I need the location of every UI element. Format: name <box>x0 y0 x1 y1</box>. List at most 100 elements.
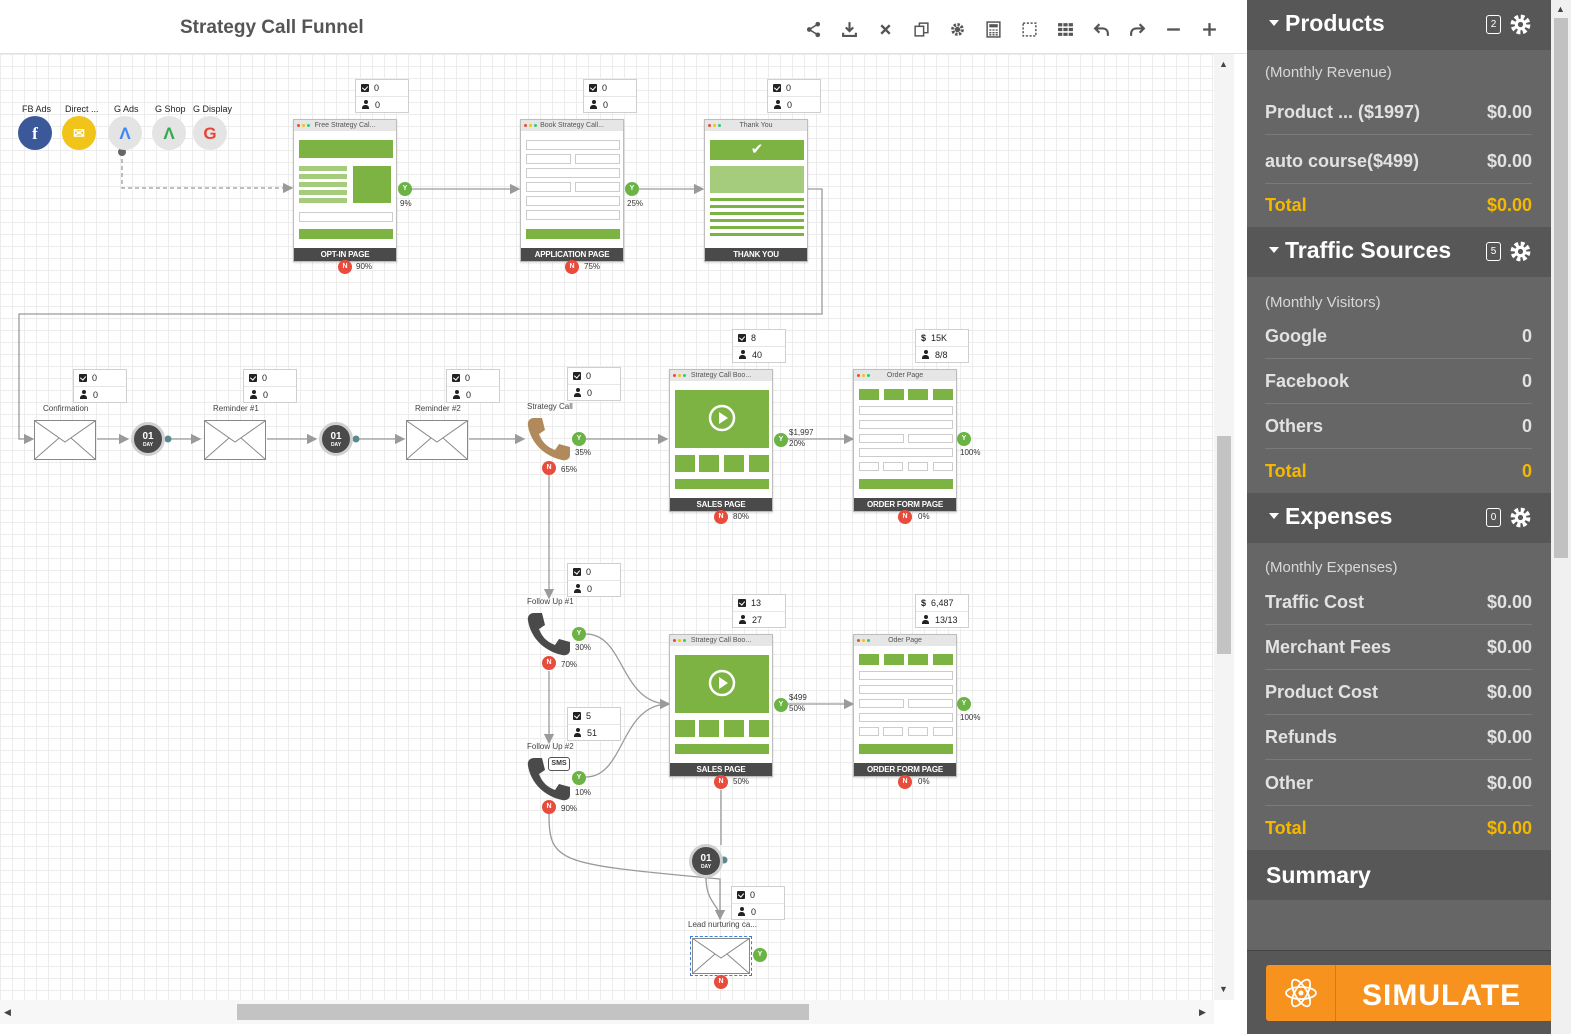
page-header: Strategy Call Boo... <box>670 370 772 381</box>
product-row[interactable]: Product ... ($1997) $0.00 <box>1265 90 1532 135</box>
share-icon[interactable] <box>795 18 831 40</box>
optin-page-node[interactable]: Free Strategy Cal... OPT-IN PAGE <box>293 119 397 262</box>
expense-row[interactable]: Refunds $0.00 <box>1265 715 1532 760</box>
gear-icon[interactable] <box>1508 12 1533 37</box>
thankyou-page-node[interactable]: Thank You ✔ THANK YOU <box>704 119 808 262</box>
redo-icon[interactable] <box>1119 18 1155 40</box>
funnel-title: Strategy Call Funnel <box>180 17 364 38</box>
application-stats: 00 <box>583 79 637 113</box>
traffic-name: Others <box>1265 416 1324 436</box>
gear-icon[interactable] <box>1508 239 1533 264</box>
simulate-button[interactable]: SIMULATE <box>1266 965 1553 1021</box>
yes-marker[interactable]: Y <box>572 627 586 641</box>
yes-marker[interactable]: Y <box>957 697 971 711</box>
scroll-thumb[interactable] <box>237 1004 809 1020</box>
products-header[interactable]: Products 2 <box>1247 0 1551 50</box>
caret-down-icon[interactable] <box>1269 247 1279 253</box>
no-marker[interactable]: N <box>542 461 556 475</box>
confirmation-email-node[interactable] <box>34 420 96 460</box>
select-icon[interactable] <box>1011 18 1047 40</box>
scroll-thumb[interactable] <box>1554 18 1568 558</box>
no-rate: 0% <box>918 512 930 521</box>
no-marker[interactable]: N <box>338 260 352 274</box>
summary-header[interactable]: Summary <box>1247 850 1551 900</box>
expense-row[interactable]: Merchant Fees $0.00 <box>1265 625 1532 670</box>
phone-icon[interactable] <box>526 416 572 462</box>
traffic-row[interactable]: Google 0 <box>1265 314 1532 359</box>
scroll-down-icon[interactable]: ▼ <box>1219 984 1228 994</box>
no-marker[interactable]: N <box>898 510 912 524</box>
total-label: Total <box>1265 461 1307 481</box>
sales-page-node[interactable]: Strategy Call Boo... SALES PAGE <box>669 634 773 777</box>
yes-marker[interactable]: Y <box>753 948 767 962</box>
no-marker[interactable]: N <box>714 510 728 524</box>
no-marker[interactable]: N <box>898 775 912 789</box>
no-marker[interactable]: N <box>714 975 728 989</box>
facebook-icon[interactable]: f <box>18 116 52 150</box>
copy-icon[interactable] <box>903 18 939 40</box>
expense-row[interactable]: Product Cost $0.00 <box>1265 670 1532 715</box>
no-marker[interactable]: N <box>714 775 728 789</box>
reminder2-email-node[interactable] <box>406 420 468 460</box>
scroll-right-icon[interactable]: ▶ <box>1199 1007 1206 1017</box>
yes-marker[interactable]: Y <box>957 432 971 446</box>
yes-marker[interactable]: Y <box>572 771 586 785</box>
order-form-page-node[interactable]: Order Page ORDER FORM PAGE <box>853 369 957 512</box>
vertical-scrollbar[interactable]: ▲ ▼ <box>1214 54 1234 1000</box>
google-display-icon[interactable]: G <box>193 116 227 150</box>
scroll-left-icon[interactable]: ◀ <box>4 1007 11 1017</box>
email-label: Reminder #2 <box>415 404 461 413</box>
traffic-row[interactable]: Facebook 0 <box>1265 359 1532 404</box>
total-label: Total <box>1265 818 1307 838</box>
page-header-title: Strategy Call Boo... <box>690 637 752 644</box>
checkbox-icon <box>573 568 581 576</box>
zoom-in-icon[interactable] <box>1191 18 1227 40</box>
sales-page-node[interactable]: Strategy Call Boo... SALES PAGE <box>669 369 773 512</box>
no-marker[interactable]: N <box>565 260 579 274</box>
google-ads-icon[interactable]: Λ <box>108 116 142 150</box>
no-marker[interactable]: N <box>542 656 556 670</box>
caret-down-icon[interactable] <box>1269 20 1279 26</box>
traffic-row[interactable]: Others 0 <box>1265 404 1532 449</box>
gear-icon[interactable] <box>1508 505 1533 530</box>
zoom-out-icon[interactable] <box>1155 18 1191 40</box>
traffic-sources-header[interactable]: Traffic Sources 5 <box>1247 227 1551 277</box>
product-row[interactable]: auto course($499) $0.00 <box>1265 139 1532 184</box>
undo-icon[interactable] <box>1083 18 1119 40</box>
funnel-canvas[interactable]: FB Ads Direct ... G Ads G Shop G Display… <box>0 54 1214 1000</box>
delay-timer-node[interactable]: 01 DAY <box>131 422 165 456</box>
expense-row[interactable]: Traffic Cost $0.00 <box>1265 580 1532 625</box>
yes-marker[interactable]: Y <box>625 182 639 196</box>
delay-timer-node[interactable]: 01 DAY <box>319 422 353 456</box>
scroll-up-icon[interactable]: ▲ <box>1219 59 1228 69</box>
no-rate: 90% <box>561 804 578 813</box>
horizontal-scrollbar[interactable]: ◀ ▶ <box>0 1000 1214 1024</box>
google-shopping-icon[interactable]: Λ <box>152 116 186 150</box>
gear-icon[interactable] <box>939 18 975 40</box>
scroll-thumb[interactable] <box>1217 436 1231 654</box>
close-icon[interactable] <box>867 18 903 40</box>
grid-icon[interactable] <box>1047 18 1083 40</box>
section-subtitle: (Monthly Revenue) <box>1265 64 1392 81</box>
yes-marker[interactable]: Y <box>774 433 788 447</box>
sidebar-scrollbar[interactable]: ▲ <box>1551 0 1571 1034</box>
caret-down-icon[interactable] <box>1269 513 1279 519</box>
phone-icon[interactable] <box>526 611 572 657</box>
direct-mail-icon[interactable]: ✉ <box>62 116 96 150</box>
expenses-header[interactable]: Expenses 0 <box>1247 493 1551 543</box>
delay-timer-node[interactable]: 01 DAY <box>689 844 723 878</box>
calculator-icon[interactable] <box>975 18 1011 40</box>
order-form-page-node[interactable]: Oder Page ORDER FORM PAGE <box>853 634 957 777</box>
application-page-node[interactable]: Book Strategy Call... APPLICATION PAGE <box>520 119 624 262</box>
user-icon <box>738 615 747 624</box>
scroll-up-icon[interactable]: ▲ <box>1556 4 1565 14</box>
reminder1-email-node[interactable] <box>204 420 266 460</box>
expense-row[interactable]: Other $0.00 <box>1265 761 1532 806</box>
download-icon[interactable] <box>831 18 867 40</box>
nurturing-email-node[interactable] <box>690 936 752 976</box>
yes-marker[interactable]: Y <box>774 698 788 712</box>
no-marker[interactable]: N <box>542 800 556 814</box>
yes-marker[interactable]: Y <box>398 182 412 196</box>
expense-name: Merchant Fees <box>1265 637 1392 657</box>
yes-marker[interactable]: Y <box>572 432 586 446</box>
